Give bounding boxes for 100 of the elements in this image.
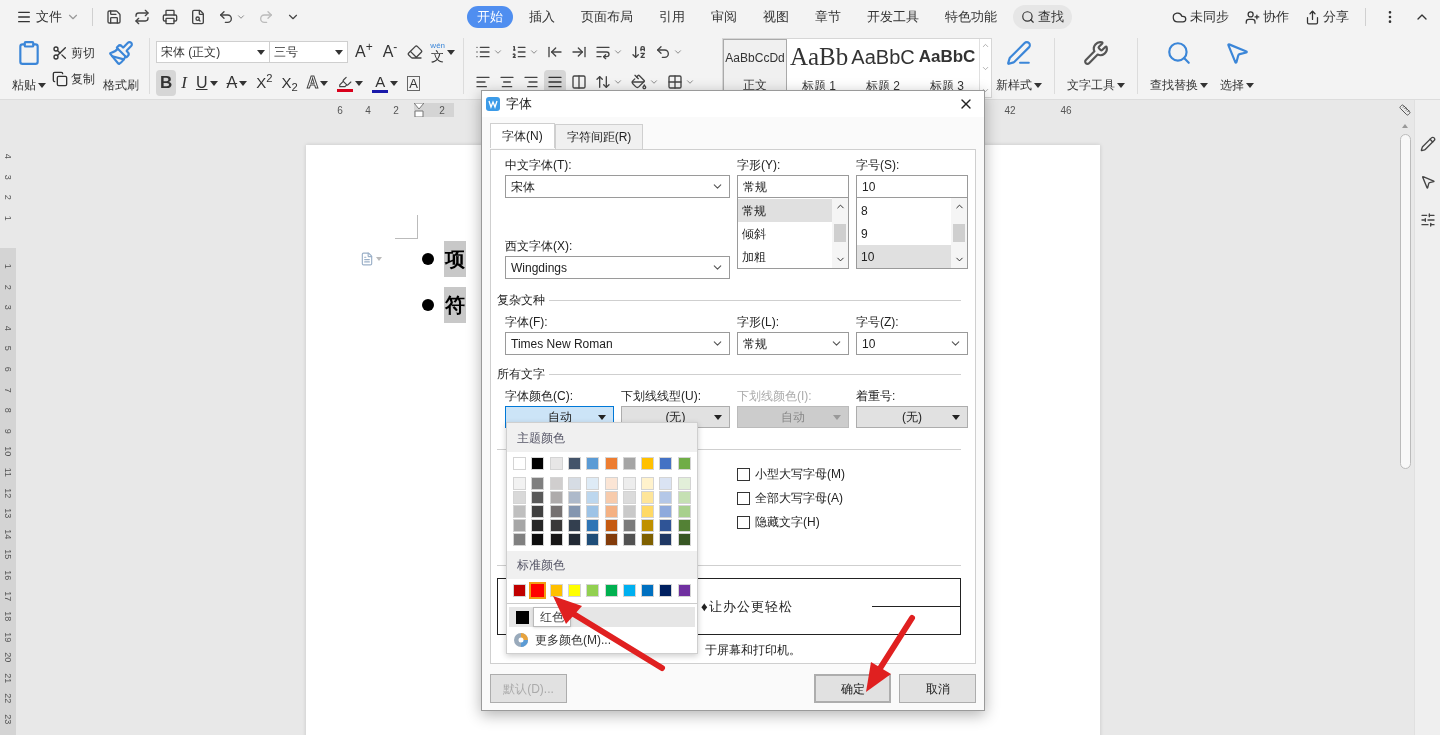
- dialog-tab[interactable]: 字体(N): [490, 123, 555, 148]
- color-swatch[interactable]: [659, 505, 673, 518]
- dialog-button[interactable]: 取消: [899, 674, 976, 703]
- more-colors-item[interactable]: 更多颜色(M)...: [507, 628, 611, 652]
- font-size-field[interactable]: 三号: [270, 41, 348, 63]
- paste-button[interactable]: 粘贴: [8, 38, 50, 96]
- checkbox-option[interactable]: 小型大写字母(M): [737, 462, 961, 486]
- color-swatch[interactable]: [531, 584, 545, 597]
- color-swatch[interactable]: [567, 584, 581, 597]
- color-swatch[interactable]: [513, 584, 526, 597]
- toolbar-action[interactable]: 分享: [1305, 7, 1349, 27]
- color-swatch[interactable]: [604, 457, 618, 470]
- ribbon-tab[interactable]: 章节: [805, 6, 851, 28]
- color-swatch[interactable]: [549, 457, 563, 470]
- find-replace-button[interactable]: 查找替换: [1146, 38, 1213, 96]
- color-swatch[interactable]: [513, 491, 526, 504]
- color-swatch[interactable]: [604, 491, 618, 504]
- checkbox-option[interactable]: 隐藏文字(H): [737, 510, 961, 534]
- color-swatch[interactable]: [531, 491, 545, 504]
- color-swatch[interactable]: [622, 533, 636, 546]
- format-painter-button[interactable]: 格式刷: [99, 38, 143, 96]
- ribbon-tab[interactable]: 特色功能: [935, 6, 1007, 28]
- color-swatch[interactable]: [622, 519, 636, 532]
- ribbon-tab[interactable]: 审阅: [701, 6, 747, 28]
- color-swatch[interactable]: [677, 584, 691, 597]
- checkbox[interactable]: [737, 491, 750, 505]
- color-swatch[interactable]: [549, 477, 563, 490]
- scrollbar-thumb[interactable]: [1399, 134, 1411, 469]
- color-swatch[interactable]: [604, 519, 618, 532]
- dropdown-field[interactable]: 常规: [737, 332, 849, 355]
- list-option[interactable]: 10: [857, 245, 951, 268]
- list-option[interactable]: 常规: [738, 199, 832, 222]
- color-swatch[interactable]: [513, 477, 526, 490]
- select-button[interactable]: 选择: [1216, 38, 1259, 96]
- color-swatch[interactable]: [513, 505, 526, 518]
- list-scrollbar[interactable]: [951, 198, 967, 268]
- search-button[interactable]: 查找: [1013, 5, 1072, 29]
- color-swatch[interactable]: [513, 533, 526, 546]
- color-swatch[interactable]: [586, 477, 600, 490]
- script-button[interactable]: X$^{2}$: [252, 70, 277, 96]
- bold-button[interactable]: B: [156, 70, 177, 96]
- color-swatch[interactable]: [567, 533, 581, 546]
- checkbox-option[interactable]: 全部大写字母(A): [737, 486, 961, 510]
- border-button[interactable]: A: [403, 70, 424, 96]
- color-swatch[interactable]: [531, 477, 545, 490]
- copy-button[interactable]: 复制: [52, 68, 95, 90]
- dropdown-button[interactable]: (无): [856, 406, 968, 428]
- underline-button[interactable]: U: [191, 70, 222, 96]
- input-field[interactable]: 常规: [737, 175, 849, 198]
- color-swatch[interactable]: [677, 519, 691, 532]
- input-field[interactable]: 10: [856, 175, 968, 198]
- color-swatch[interactable]: [641, 491, 655, 504]
- color-swatch[interactable]: [622, 457, 636, 470]
- color-swatch[interactable]: [641, 533, 655, 546]
- grow-font-button[interactable]: A$^{+}$: [352, 40, 376, 64]
- list-option[interactable]: 倾斜: [738, 222, 832, 245]
- scrollbar-thumb[interactable]: [834, 224, 846, 242]
- ribbon-tab[interactable]: 引用: [649, 6, 695, 28]
- list-option[interactable]: 加粗: [738, 245, 832, 268]
- color-swatch[interactable]: [659, 457, 673, 470]
- file-menu[interactable]: 文件: [14, 7, 82, 27]
- ribbon-tab[interactable]: 页面布局: [571, 6, 643, 28]
- color-button[interactable]: A: [368, 70, 403, 96]
- color-swatch[interactable]: [677, 477, 691, 490]
- script-button[interactable]: X$_{2}$: [277, 70, 302, 96]
- pinyin-button[interactable]: wén 文: [430, 41, 456, 63]
- color-swatch[interactable]: [659, 491, 673, 504]
- color-swatch[interactable]: [567, 491, 581, 504]
- color-swatch[interactable]: [641, 477, 655, 490]
- color-swatch[interactable]: [531, 505, 545, 518]
- color-swatch[interactable]: [549, 533, 563, 546]
- color-swatch[interactable]: [622, 584, 636, 597]
- color-swatch[interactable]: [586, 584, 600, 597]
- color-swatch[interactable]: [567, 477, 581, 490]
- color-swatch[interactable]: [677, 491, 691, 504]
- text-tools-button[interactable]: 文字工具: [1063, 38, 1130, 96]
- color-swatch[interactable]: [677, 457, 691, 470]
- pen-icon[interactable]: [1419, 136, 1436, 152]
- color-swatch[interactable]: [604, 477, 618, 490]
- ribbon-tab[interactable]: 插入: [519, 6, 565, 28]
- dropdown-field[interactable]: Times New Roman: [505, 332, 730, 355]
- settings-icon[interactable]: [1419, 212, 1436, 228]
- ribbon-tab[interactable]: 开发工具: [857, 6, 929, 28]
- color-swatch[interactable]: [659, 519, 673, 532]
- color-swatch[interactable]: [531, 533, 545, 546]
- cut-button[interactable]: 剪切: [52, 42, 95, 64]
- color-swatch[interactable]: [531, 519, 545, 532]
- color-swatch[interactable]: [567, 457, 581, 470]
- color-swatch[interactable]: [549, 584, 563, 597]
- color-swatch[interactable]: [586, 491, 600, 504]
- dialog-tab[interactable]: 字符间距(R): [554, 124, 644, 149]
- color-swatch[interactable]: [641, 519, 655, 532]
- ruler-icon[interactable]: [1399, 104, 1411, 116]
- color-swatch[interactable]: [549, 519, 563, 532]
- color-swatch[interactable]: [549, 491, 563, 504]
- list-scrollbar[interactable]: [832, 198, 848, 268]
- color-swatch[interactable]: [659, 584, 673, 597]
- color-swatch[interactable]: [641, 457, 655, 470]
- color-swatch[interactable]: [659, 477, 673, 490]
- new-style-button[interactable]: 新样式: [992, 38, 1047, 96]
